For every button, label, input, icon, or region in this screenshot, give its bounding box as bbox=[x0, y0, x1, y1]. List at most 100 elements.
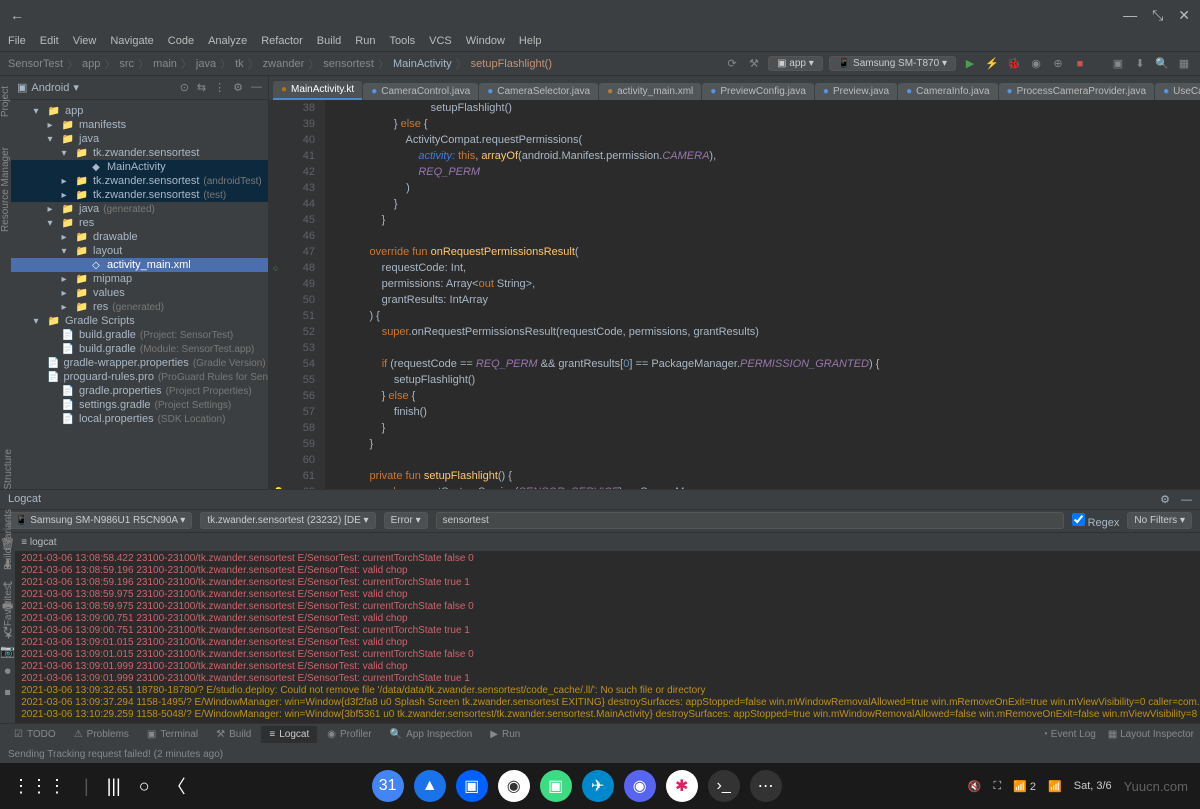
bottom-tab-profiler[interactable]: ◉ Profiler bbox=[319, 726, 379, 743]
logcat-filter-select[interactable]: No Filters ▾ bbox=[1127, 512, 1192, 529]
editor-tab[interactable]: ●MainActivity.kt bbox=[273, 81, 362, 100]
bottom-tab-terminal[interactable]: ▣ Terminal bbox=[139, 726, 206, 743]
logcat-record-icon[interactable]: ⏺ bbox=[5, 664, 11, 679]
tree-item[interactable]: ▸📁res (generated) bbox=[11, 300, 268, 314]
tree-item[interactable]: ▾📁tk.zwander.sensortest bbox=[11, 146, 268, 160]
calendar-app-icon[interactable]: 31 bbox=[372, 770, 404, 802]
telegram-app-icon[interactable]: ✈ bbox=[582, 770, 614, 802]
editor-tab[interactable]: ●CameraControl.java bbox=[363, 83, 478, 100]
editor-tab[interactable]: ●CameraSelector.java bbox=[479, 83, 598, 100]
menu-vcs[interactable]: VCS bbox=[429, 35, 452, 47]
hide-icon[interactable]: — bbox=[251, 81, 262, 94]
menu-file[interactable]: File bbox=[8, 35, 26, 47]
android-studio-app-icon[interactable]: ▣ bbox=[540, 770, 572, 802]
chrome-app-icon[interactable]: ◉ bbox=[498, 770, 530, 802]
clock-date[interactable]: Sat, 3/6 bbox=[1074, 780, 1112, 792]
breadcrumb-item[interactable]: sensortest bbox=[323, 58, 374, 70]
project-tree[interactable]: ▾📁app▸📁manifests▾📁java▾📁tk.zwander.senso… bbox=[11, 100, 268, 489]
close-icon[interactable]: ✕ bbox=[1178, 7, 1190, 24]
logcat-output[interactable]: 2021-03-06 13:08:58.422 23100-23100/tk.z… bbox=[15, 551, 1200, 723]
logcat-regex-checkbox[interactable]: Regex bbox=[1072, 513, 1120, 529]
logcat-process-select[interactable]: tk.zwander.sensortest (23232) [DE ▾ bbox=[200, 512, 375, 529]
tree-item[interactable]: ▾📁Gradle Scripts bbox=[11, 314, 268, 328]
logcat-screenshot-icon[interactable]: 📷 bbox=[0, 644, 15, 658]
breadcrumb-item[interactable]: MainActivity bbox=[393, 58, 452, 70]
menu-run[interactable]: Run bbox=[355, 35, 375, 47]
minimize-icon[interactable]: — bbox=[1123, 7, 1137, 24]
tree-item[interactable]: ▸📁java (generated) bbox=[11, 202, 268, 216]
auto-app-icon[interactable]: ▲ bbox=[414, 770, 446, 802]
editor-tab[interactable]: ●Preview.java bbox=[815, 83, 897, 100]
avd-icon[interactable]: ▣ bbox=[1110, 56, 1126, 72]
tree-item[interactable]: ◇activity_main.xml bbox=[11, 258, 268, 272]
tree-item[interactable]: ◆MainActivity bbox=[11, 160, 268, 174]
screenshot-icon[interactable]: ⛶ bbox=[993, 780, 1001, 793]
menu-build[interactable]: Build bbox=[317, 35, 341, 47]
apply-changes-icon[interactable]: ⚡ bbox=[984, 56, 1000, 72]
mute-icon[interactable]: 🔇 bbox=[968, 780, 982, 793]
tree-item[interactable]: ▾📁res bbox=[11, 216, 268, 230]
signal-icon[interactable]: 📶 bbox=[1048, 780, 1062, 793]
editor-tab[interactable]: ●UseCase.java bbox=[1155, 83, 1200, 100]
back-arrow-icon[interactable]: ← bbox=[10, 7, 24, 23]
gear-icon[interactable]: ⚙ bbox=[233, 81, 243, 94]
tree-item[interactable]: ▸📁mipmap bbox=[11, 272, 268, 286]
breadcrumb-item[interactable]: tk bbox=[235, 58, 244, 70]
breadcrumb-item[interactable]: main bbox=[153, 58, 177, 70]
editor-tab[interactable]: ●ProcessCameraProvider.java bbox=[999, 83, 1155, 100]
bottom-tab-todo[interactable]: ☑ TODO bbox=[6, 726, 64, 743]
tree-item[interactable]: 📄build.gradle (Module: SensorTest.app) bbox=[11, 342, 268, 356]
terminal-app-icon[interactable]: ›_ bbox=[708, 770, 740, 802]
profile-icon[interactable]: ◉ bbox=[1028, 56, 1044, 72]
breadcrumb-item[interactable]: src bbox=[119, 58, 134, 70]
tree-item[interactable]: 📄gradle-wrapper.properties (Gradle Versi… bbox=[11, 356, 268, 370]
sdk-icon[interactable]: ⬇ bbox=[1132, 56, 1148, 72]
dropdown-icon[interactable]: ▾ bbox=[73, 81, 79, 94]
app-drawer-icon[interactable]: ⋮⋮⋮ bbox=[12, 776, 66, 797]
tree-item[interactable]: 📄proguard-rules.pro (ProGuard Rules for … bbox=[11, 370, 268, 384]
menu-view[interactable]: View bbox=[73, 35, 97, 47]
tree-item[interactable]: 📄build.gradle (Project: SensorTest) bbox=[11, 328, 268, 342]
menu-help[interactable]: Help bbox=[519, 35, 542, 47]
stop-icon[interactable]: ■ bbox=[1072, 56, 1088, 72]
event-log-button[interactable]: ◔ Event Log bbox=[1042, 729, 1096, 740]
tree-item[interactable]: ▾📁java bbox=[11, 132, 268, 146]
logcat-terminate-icon[interactable]: ⏹ bbox=[5, 685, 11, 700]
logcat-search-input[interactable] bbox=[436, 512, 1064, 529]
tree-item[interactable]: ▸📁values bbox=[11, 286, 268, 300]
breadcrumb-item[interactable]: app bbox=[82, 58, 100, 70]
tree-item[interactable]: ▸📁tk.zwander.sensortest (test) bbox=[11, 188, 268, 202]
tree-item[interactable]: 📄gradle.properties (Project Properties) bbox=[11, 384, 268, 398]
search-icon[interactable]: 🔍 bbox=[1154, 56, 1170, 72]
tree-item[interactable]: ▾📁app bbox=[11, 104, 268, 118]
editor-tab[interactable]: ●PreviewConfig.java bbox=[702, 83, 814, 100]
options-icon[interactable]: ⋮ bbox=[214, 81, 225, 94]
menu-tools[interactable]: Tools bbox=[389, 35, 415, 47]
logcat-device-select[interactable]: 📱 Samsung SM-N986U1 R5CN90A ▾ bbox=[8, 512, 192, 529]
slack-app-icon[interactable]: ✱ bbox=[666, 770, 698, 802]
editor-tab[interactable]: ●activity_main.xml bbox=[599, 83, 701, 100]
project-tool-button[interactable]: Project bbox=[0, 86, 11, 117]
restore-icon[interactable]: ⤡ bbox=[1152, 7, 1163, 24]
tree-item[interactable]: ▸📁tk.zwander.sensortest (androidTest) bbox=[11, 174, 268, 188]
bottom-tab-problems[interactable]: ⚠ Problems bbox=[66, 726, 137, 743]
bottom-tab-build[interactable]: ⚒ Build bbox=[208, 726, 259, 743]
aim-icon[interactable]: ⊙ bbox=[180, 81, 189, 94]
sync-icon[interactable]: ⟳ bbox=[724, 56, 740, 72]
breadcrumb-item[interactable]: java bbox=[196, 58, 216, 70]
bottom-tab-run[interactable]: ▶ Run bbox=[482, 726, 528, 743]
run-icon[interactable]: ▶ bbox=[962, 56, 978, 72]
menu-analyze[interactable]: Analyze bbox=[208, 35, 247, 47]
menu-navigate[interactable]: Navigate bbox=[110, 35, 153, 47]
tree-item[interactable]: 📄local.properties (SDK Location) bbox=[11, 412, 268, 426]
breadcrumb-item[interactable]: setupFlashlight() bbox=[471, 58, 552, 70]
breadcrumb-item[interactable]: SensorTest bbox=[8, 58, 63, 70]
settings-icon[interactable]: ▦ bbox=[1176, 56, 1192, 72]
recents-icon[interactable]: ||| bbox=[107, 776, 121, 797]
code-area[interactable]: setupFlashlight() } else { ActivityCompa… bbox=[325, 100, 1200, 489]
hammer-icon[interactable]: ⚒ bbox=[746, 56, 762, 72]
menu-window[interactable]: Window bbox=[466, 35, 505, 47]
bottom-tab-app-inspection[interactable]: 🔍 App Inspection bbox=[382, 726, 481, 743]
home-icon[interactable]: ○ bbox=[139, 776, 150, 797]
collapse-icon[interactable]: ⇆ bbox=[197, 81, 206, 94]
